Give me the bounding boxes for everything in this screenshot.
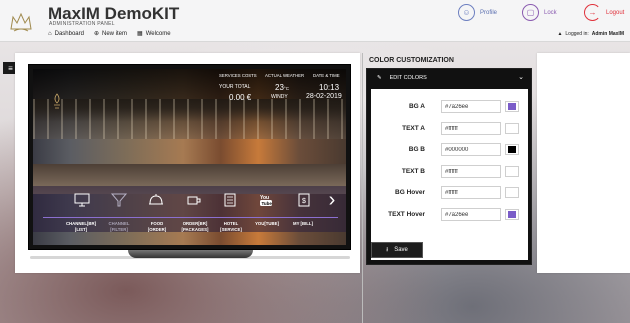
bg-a-swatch[interactable] bbox=[505, 101, 519, 112]
lock-label: Lock bbox=[544, 9, 557, 16]
chevron-right-icon[interactable]: › bbox=[323, 185, 341, 215]
nav-dashboard[interactable]: ⌂ Dashboard bbox=[48, 30, 84, 37]
menu-label-my-bill[interactable]: MY [BILL] bbox=[283, 221, 323, 227]
profile-label: Profile bbox=[480, 9, 498, 16]
lock-button[interactable]: ▢ Lock bbox=[522, 4, 557, 21]
total-value: 0.00 € bbox=[229, 93, 252, 102]
color-customization-title: COLOR CUSTOMIZATION bbox=[369, 57, 454, 64]
your-total-label: YOUR TOTAL bbox=[219, 84, 251, 90]
nav-welcome-label: Welcome bbox=[145, 30, 171, 37]
text-a-label: TEXT A bbox=[402, 125, 425, 132]
bg-hover-input[interactable] bbox=[441, 186, 501, 199]
nav-new-item-label: New item bbox=[102, 30, 128, 37]
field-row-bg-a: BG A bbox=[371, 99, 528, 115]
bg-b-input[interactable] bbox=[441, 143, 501, 156]
field-row-bg-hover: BG Hover bbox=[371, 185, 528, 201]
pencil-icon: ✎ bbox=[377, 75, 382, 81]
menu-label-hotel-service[interactable]: HOTEL [SERVICE] bbox=[211, 221, 251, 232]
text-hover-swatch[interactable] bbox=[505, 209, 519, 220]
crown-icon bbox=[10, 12, 32, 31]
menu-label-channel-filter[interactable]: CHANNEL [FILTER] bbox=[99, 221, 139, 232]
top-nav: ⌂ Dashboard ⊕ New item ▦ Welcome bbox=[48, 30, 171, 38]
field-row-text-a: TEXT A bbox=[371, 121, 528, 137]
text-b-input[interactable] bbox=[441, 165, 501, 178]
save-button[interactable]: ⭳ Save bbox=[371, 242, 423, 258]
download-icon: ⭳ bbox=[386, 247, 389, 253]
nav-dashboard-label: Dashboard bbox=[54, 30, 84, 37]
home-icon: ⌂ bbox=[48, 30, 52, 37]
menu-label-food-order[interactable]: FOOD [ORDER] bbox=[137, 221, 177, 232]
tv-stand bbox=[128, 250, 253, 258]
logged-prefix: Logged in: bbox=[565, 31, 589, 37]
bg-a-input[interactable] bbox=[441, 100, 501, 113]
hotel-service-icon[interactable] bbox=[219, 189, 241, 211]
color-fields: BG A TEXT A BG B TEXT B BG Hover TEXT Ho… bbox=[371, 89, 528, 260]
logout-label: Logout bbox=[606, 9, 625, 16]
panel-divider bbox=[362, 53, 363, 323]
youtube-icon[interactable]: You Tube bbox=[255, 189, 277, 211]
save-label: Save bbox=[394, 247, 408, 253]
svg-text:Tube: Tube bbox=[262, 201, 273, 206]
plus-circle-icon: ⊕ bbox=[93, 31, 100, 37]
user-badge-icon: ▲ bbox=[557, 31, 563, 37]
svg-text:$: $ bbox=[302, 198, 306, 205]
temperature-number: 23 bbox=[275, 83, 284, 92]
brand-logo[interactable] bbox=[2, 2, 40, 40]
temperature-unit: °C bbox=[283, 86, 289, 91]
user-icon: ☺ bbox=[458, 4, 475, 21]
logged-in-status: ▲ Logged in: Admin MaxIM bbox=[557, 31, 624, 37]
services-costs-label: SERVICES COSTS bbox=[219, 73, 257, 78]
filter-icon[interactable] bbox=[108, 189, 130, 211]
tv-screen: SERVICES COSTS ACTUAL WEATHER DATE & TIM… bbox=[33, 69, 346, 245]
text-a-swatch[interactable] bbox=[505, 123, 519, 134]
logout-icon: → bbox=[584, 4, 601, 21]
weather-label: ACTUAL WEATHER bbox=[265, 73, 305, 78]
text-hover-label: TEXT Hover bbox=[388, 211, 425, 218]
menu-separator bbox=[43, 217, 338, 218]
text-hover-input[interactable] bbox=[441, 208, 501, 221]
menu-label-youtube[interactable]: YOU[TUBE] bbox=[247, 221, 287, 227]
logged-user: Admin MaxIM bbox=[591, 31, 624, 37]
side-panel bbox=[537, 53, 630, 273]
lobby-ceiling bbox=[33, 99, 346, 139]
cloche-icon[interactable] bbox=[145, 189, 167, 211]
coffee-cup-icon[interactable] bbox=[183, 189, 205, 211]
tv-info-bar: SERVICES COSTS ACTUAL WEATHER DATE & TIM… bbox=[33, 69, 346, 103]
field-row-text-b: TEXT B bbox=[371, 164, 528, 180]
bg-b-swatch[interactable] bbox=[505, 144, 519, 155]
bg-b-label: BG B bbox=[408, 146, 425, 153]
nav-welcome[interactable]: ▦ Welcome bbox=[137, 30, 171, 38]
field-row-text-hover: TEXT Hover bbox=[371, 207, 528, 223]
logout-button[interactable]: → Logout bbox=[584, 4, 624, 21]
bill-icon[interactable]: $ bbox=[293, 189, 315, 211]
grid-icon: ▦ bbox=[137, 31, 143, 37]
edit-colors-label: EDIT COLORS bbox=[389, 75, 427, 81]
menu-label-order-packages[interactable]: ORDER[BR] [PACKAGES] bbox=[175, 221, 215, 232]
color-customization-panel: ✎ EDIT COLORS ⌄ BG A TEXT A BG B TEXT B … bbox=[366, 68, 532, 265]
text-b-swatch[interactable] bbox=[505, 166, 519, 177]
menu-label-channel-list[interactable]: CHANNEL[BR] [LIST] bbox=[61, 221, 101, 232]
bg-hover-swatch[interactable] bbox=[505, 187, 519, 198]
temperature-value: 23°C bbox=[275, 83, 289, 92]
lock-icon: ▢ bbox=[522, 4, 539, 21]
tv-preview: SERVICES COSTS ACTUAL WEATHER DATE & TIM… bbox=[28, 64, 351, 250]
datetime-label: DATE & TIME bbox=[313, 73, 340, 78]
top-header: MaxIM DemoKIT ADMINISTRATION PANEL ⌂ Das… bbox=[0, 0, 630, 42]
text-a-input[interactable] bbox=[441, 122, 501, 135]
time-value: 10:13 bbox=[319, 83, 340, 92]
monitor-icon[interactable] bbox=[71, 189, 93, 211]
bg-a-label: BG A bbox=[408, 103, 425, 110]
nav-new-item[interactable]: ⊕ New item bbox=[93, 30, 128, 38]
text-b-label: TEXT B bbox=[401, 168, 425, 175]
field-row-bg-b: BG B bbox=[371, 142, 528, 158]
edit-colors-header[interactable]: ✎ EDIT COLORS ⌄ bbox=[367, 69, 531, 87]
app-subtitle: ADMINISTRATION PANEL bbox=[49, 21, 115, 27]
profile-button[interactable]: ☺ Profile bbox=[458, 4, 497, 21]
date-value: 28-02-2019 bbox=[306, 93, 342, 100]
bg-hover-label: BG Hover bbox=[395, 189, 425, 196]
tv-menu-labels: CHANNEL[BR] [LIST] CHANNEL [FILTER] FOOD [O… bbox=[33, 221, 346, 241]
chevron-down-icon: ⌄ bbox=[518, 74, 524, 81]
weather-desc: WINDY bbox=[271, 94, 288, 100]
